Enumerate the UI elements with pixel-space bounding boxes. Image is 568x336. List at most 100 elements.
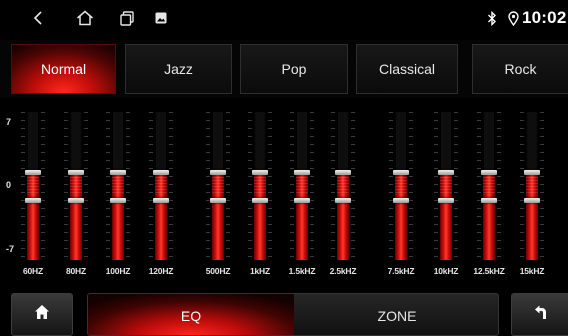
preset-normal[interactable]: Normal bbox=[11, 44, 116, 94]
slider-handle[interactable] bbox=[335, 198, 351, 203]
preset-pop[interactable]: Pop bbox=[240, 44, 348, 94]
eq-slider-60hz[interactable] bbox=[21, 112, 45, 260]
slider-handle[interactable] bbox=[481, 198, 497, 203]
bottom-bar: EQ ZONE bbox=[0, 290, 568, 336]
slider-scale-ticks bbox=[454, 112, 458, 260]
eq-slider-120hz[interactable] bbox=[149, 112, 173, 260]
photo-icon bbox=[153, 0, 169, 36]
eq-preset-tabs: Normal Jazz Pop Classical Rock bbox=[0, 40, 568, 98]
slider-handle[interactable] bbox=[68, 198, 84, 203]
slider-scale-ticks bbox=[331, 112, 335, 260]
slider-level-fill bbox=[70, 172, 82, 260]
slider-handle[interactable] bbox=[438, 170, 454, 175]
slider-scale-ticks bbox=[540, 112, 544, 260]
slider-handle[interactable] bbox=[110, 170, 126, 175]
frequency-label: 100HZ bbox=[105, 266, 131, 276]
slider-scale-ticks bbox=[169, 112, 173, 260]
preset-classical[interactable]: Classical bbox=[356, 44, 458, 94]
slider-scale-ticks bbox=[310, 112, 314, 260]
slider-level-fill bbox=[337, 172, 349, 260]
slider-handle[interactable] bbox=[25, 198, 41, 203]
slider-scale-ticks bbox=[409, 112, 413, 260]
preset-jazz[interactable]: Jazz bbox=[125, 44, 232, 94]
slider-handle[interactable] bbox=[210, 170, 226, 175]
slider-level-fill bbox=[440, 172, 452, 260]
eq-slider-1khz[interactable] bbox=[248, 112, 272, 260]
slider-scale-ticks bbox=[351, 112, 355, 260]
slider-level-fill bbox=[27, 172, 39, 260]
slider-handle[interactable] bbox=[294, 170, 310, 175]
frequency-label: 12.5kHZ bbox=[473, 266, 505, 276]
slider-handle[interactable] bbox=[524, 170, 540, 175]
location-icon bbox=[506, 0, 520, 36]
eq-tab[interactable]: EQ bbox=[88, 294, 294, 335]
status-bar: 10:02 bbox=[0, 0, 568, 36]
eq-slider-500hz[interactable] bbox=[206, 112, 230, 260]
slider-handle[interactable] bbox=[252, 198, 268, 203]
slider-handle[interactable] bbox=[294, 198, 310, 203]
eq-slider-100hz[interactable] bbox=[106, 112, 130, 260]
frequency-label: 15kHZ bbox=[519, 266, 545, 276]
slider-scale-ticks bbox=[149, 112, 153, 260]
slider-level-fill bbox=[212, 172, 224, 260]
frequency-label: 500HZ bbox=[205, 266, 231, 276]
frequency-label: 60HZ bbox=[23, 266, 43, 276]
eq-slider-15khz[interactable] bbox=[520, 112, 544, 260]
slider-handle[interactable] bbox=[153, 170, 169, 175]
back-icon[interactable] bbox=[28, 0, 48, 36]
recent-apps-icon[interactable] bbox=[117, 0, 137, 36]
slider-handle[interactable] bbox=[438, 198, 454, 203]
slider-handle[interactable] bbox=[153, 198, 169, 203]
slider-scale-ticks bbox=[268, 112, 272, 260]
slider-handle[interactable] bbox=[524, 198, 540, 203]
slider-scale-ticks bbox=[497, 112, 501, 260]
slider-scale-ticks bbox=[84, 112, 88, 260]
slider-scale-ticks bbox=[248, 112, 252, 260]
frequency-label: 10kHZ bbox=[433, 266, 459, 276]
slider-level-fill bbox=[155, 172, 167, 260]
slider-handle[interactable] bbox=[110, 198, 126, 203]
slider-scale-ticks bbox=[434, 112, 438, 260]
slider-handle[interactable] bbox=[210, 198, 226, 203]
eq-slider-7.5khz[interactable] bbox=[389, 112, 413, 260]
eq-slider-1.5khz[interactable] bbox=[290, 112, 314, 260]
slider-level-fill bbox=[296, 172, 308, 260]
slider-scale-ticks bbox=[520, 112, 524, 260]
eq-zone-switch: EQ ZONE bbox=[87, 293, 499, 336]
clock-time: 10:02 bbox=[522, 8, 567, 27]
home-icon[interactable] bbox=[74, 0, 96, 36]
slider-handle[interactable] bbox=[68, 170, 84, 175]
return-button[interactable] bbox=[511, 293, 568, 336]
frequency-label: 120HZ bbox=[148, 266, 174, 276]
frequency-label: 80HZ bbox=[66, 266, 86, 276]
slider-level-fill bbox=[112, 172, 124, 260]
zone-tab[interactable]: ZONE bbox=[294, 294, 498, 335]
slider-scale-ticks bbox=[106, 112, 110, 260]
slider-level-fill bbox=[526, 172, 538, 260]
house-icon bbox=[34, 304, 50, 325]
slider-handle[interactable] bbox=[481, 170, 497, 175]
slider-level-fill bbox=[483, 172, 495, 260]
slider-handle[interactable] bbox=[25, 170, 41, 175]
frequency-label: 1kHZ bbox=[250, 266, 270, 276]
frequency-label: 1.5kHZ bbox=[288, 266, 316, 276]
slider-scale-ticks bbox=[290, 112, 294, 260]
equalizer-panel: 7 0 -7 60HZ 80HZ 100HZ 120HZ 500HZ 1kHZ 1.5kHZ… bbox=[0, 98, 568, 288]
slider-handle[interactable] bbox=[252, 170, 268, 175]
slider-handle[interactable] bbox=[335, 170, 351, 175]
slider-handle[interactable] bbox=[393, 170, 409, 175]
slider-scale-ticks bbox=[226, 112, 230, 260]
preset-rock[interactable]: Rock bbox=[472, 44, 568, 94]
eq-slider-2.5khz[interactable] bbox=[331, 112, 355, 260]
slider-handle[interactable] bbox=[393, 198, 409, 203]
home-button[interactable] bbox=[11, 293, 73, 336]
return-arrow-icon bbox=[532, 304, 548, 325]
slider-scale-ticks bbox=[21, 112, 25, 260]
slider-scale-ticks bbox=[126, 112, 130, 260]
eq-slider-80hz[interactable] bbox=[64, 112, 88, 260]
frequency-label: 2.5kHZ bbox=[329, 266, 357, 276]
slider-scale-ticks bbox=[477, 112, 481, 260]
eq-slider-10khz[interactable] bbox=[434, 112, 458, 260]
slider-scale-ticks bbox=[41, 112, 45, 260]
eq-slider-12.5khz[interactable] bbox=[477, 112, 501, 260]
